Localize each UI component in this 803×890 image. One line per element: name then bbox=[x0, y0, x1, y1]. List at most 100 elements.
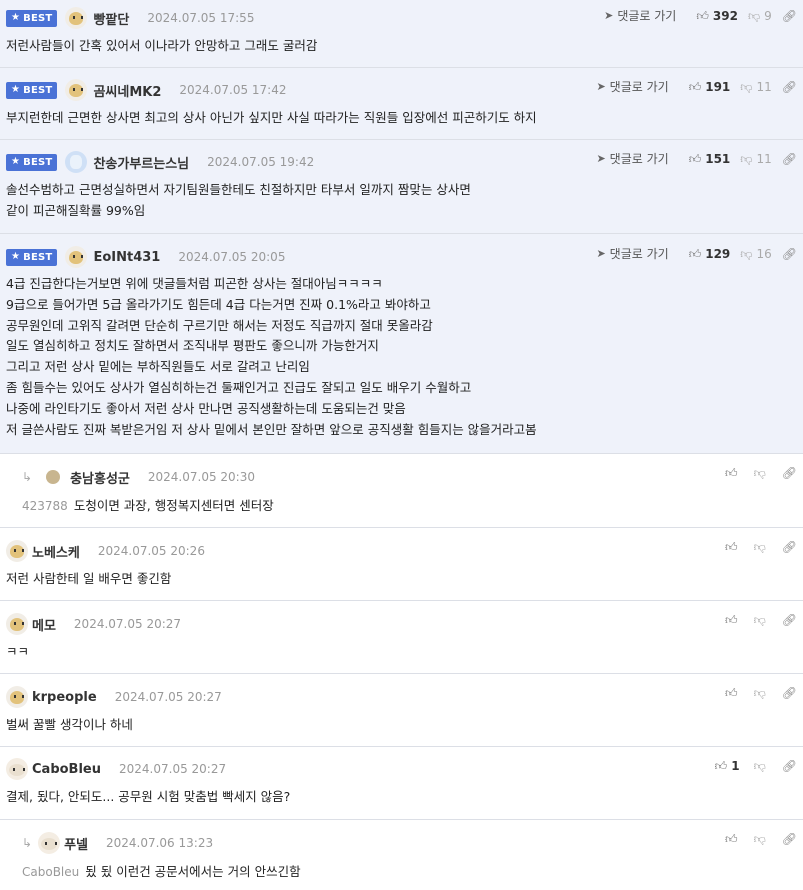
comment-text: 같이 피곤해질확률 99%임 bbox=[6, 202, 146, 218]
upvote-count: 129 bbox=[705, 246, 731, 261]
upvote-button[interactable]: 👍︎ bbox=[725, 687, 738, 699]
downvote-button[interactable]: 👎︎ bbox=[754, 687, 766, 699]
thumbs-up-icon: 👍︎ bbox=[725, 613, 738, 627]
comment-author[interactable]: 푸넬 bbox=[64, 834, 88, 853]
go-to-reply-link[interactable]: ➤ 댓글로 가기 bbox=[596, 245, 668, 262]
go-to-reply-link[interactable]: ➤ 댓글로 가기 bbox=[596, 78, 668, 95]
comment-date: 2024.07.05 20:27 bbox=[114, 690, 222, 704]
thumbs-up-icon: 👍︎ bbox=[688, 151, 702, 166]
star-icon: ★ bbox=[11, 156, 21, 167]
link-icon[interactable]: 🔗︎ bbox=[782, 614, 797, 626]
comment-author[interactable]: EoINt431 bbox=[93, 250, 160, 265]
avatar[interactable] bbox=[46, 470, 61, 484]
upvote-button[interactable]: 👍︎ 392 bbox=[696, 9, 748, 23]
avatar[interactable] bbox=[38, 832, 61, 854]
thumbs-down-icon: 👎︎ bbox=[740, 246, 753, 261]
link-icon[interactable]: 🔗︎ bbox=[782, 81, 797, 93]
reply-comment: ↳ 푸넬 2024.07.06 13:23 👍︎ 👎︎ 🔗︎ CaboBleu 됬… bbox=[0, 820, 803, 890]
comment-text: 저런사람들이 간혹 있어서 이나라가 안망하고 그래도 굴러감 bbox=[6, 38, 318, 53]
downvote-button[interactable]: 👎︎ bbox=[754, 614, 766, 626]
thumbs-up-icon: 👍︎ bbox=[696, 8, 709, 23]
best-badge: ★ BEST bbox=[6, 248, 58, 266]
avatar[interactable] bbox=[6, 686, 28, 708]
comment-date: 2024.07.06 13:23 bbox=[105, 836, 214, 850]
avatar[interactable] bbox=[6, 540, 28, 562]
comment-text: 벌써 꿀빨 생각이나 하네 bbox=[6, 717, 133, 732]
thumbs-down-icon: 👎︎ bbox=[753, 613, 766, 627]
link-icon[interactable]: 🔗︎ bbox=[782, 153, 797, 165]
avatar[interactable] bbox=[65, 246, 88, 268]
comment-date: 2024.07.05 20:26 bbox=[97, 544, 205, 558]
thumbs-down-icon: 👎︎ bbox=[753, 686, 766, 700]
comment-author[interactable]: CaboBleu bbox=[32, 762, 101, 777]
downvote-button[interactable]: 👎︎ bbox=[754, 541, 766, 553]
comment-author[interactable]: 빵팥단 bbox=[93, 9, 129, 28]
comment-text: 좀 힘들수는 있어도 상사가 열심히하는건 둘째인거고 진급도 잘되고 일도 배… bbox=[6, 379, 472, 395]
upvote-button[interactable]: 👍︎ 191 bbox=[689, 80, 741, 94]
comment-text: ㅋㅋ bbox=[6, 644, 30, 659]
comment-author[interactable]: krpeople bbox=[32, 690, 97, 705]
upvote-count: 392 bbox=[712, 8, 738, 23]
reply-target[interactable]: CaboBleu bbox=[22, 865, 79, 879]
comment-date: 2024.07.05 20:30 bbox=[147, 470, 255, 484]
comment-text: 저런 사람한테 일 배우면 좋긴함 bbox=[6, 571, 172, 586]
comment-author[interactable]: 메모 bbox=[32, 615, 56, 634]
upvote-button[interactable]: 👍︎ 1 bbox=[715, 759, 754, 773]
downvote-count: 16 bbox=[756, 246, 772, 261]
best-comment: ★ BEST EoINt431 2024.07.05 20:05 ➤ 댓글로 가기 … bbox=[0, 234, 803, 454]
avatar[interactable] bbox=[65, 79, 88, 101]
upvote-button[interactable]: 👍︎ bbox=[725, 467, 738, 479]
link-icon[interactable]: 🔗︎ bbox=[782, 833, 797, 845]
upvote-button[interactable]: 👍︎ bbox=[725, 541, 738, 553]
comment: krpeople 2024.07.05 20:27 👍︎ 👎︎ 🔗︎ 벌써 꿀빨… bbox=[0, 674, 803, 747]
comment-date: 2024.07.05 20:05 bbox=[178, 250, 286, 264]
link-icon[interactable]: 🔗︎ bbox=[782, 541, 797, 553]
best-comment: ★ BEST 빵팥단 2024.07.05 17:55 ➤ 댓글로 가기 👍︎ 392… bbox=[0, 0, 803, 68]
comment-date: 2024.07.05 20:27 bbox=[119, 762, 227, 776]
avatar[interactable] bbox=[6, 758, 28, 780]
go-to-reply-link[interactable]: ➤ 댓글로 가기 bbox=[596, 150, 668, 167]
reply-arrow-icon: ➤ bbox=[596, 247, 606, 260]
comment-text: 결제, 됬다, 안되도... 공무원 시험 맞춤법 빡세지 않음? bbox=[6, 789, 291, 804]
upvote-button[interactable]: 👍︎ 151 bbox=[689, 152, 741, 166]
reply-indent-icon: ↳ bbox=[22, 470, 33, 484]
downvote-count: 11 bbox=[756, 151, 772, 166]
avatar[interactable] bbox=[65, 7, 88, 29]
downvote-button[interactable]: 👎︎ 11 bbox=[740, 152, 781, 166]
best-comment: ★ BEST 곰씨네MK2 2024.07.05 17:42 ➤ 댓글로 가기 👍︎… bbox=[0, 68, 803, 140]
downvote-button[interactable]: 👎︎ 9 bbox=[748, 9, 782, 23]
downvote-button[interactable]: 👎︎ bbox=[754, 760, 766, 772]
reply-target[interactable]: 423788 bbox=[22, 499, 68, 513]
link-icon[interactable]: 🔗︎ bbox=[782, 467, 797, 479]
link-icon[interactable]: 🔗︎ bbox=[782, 760, 797, 772]
link-icon[interactable]: 🔗︎ bbox=[782, 687, 797, 699]
thumbs-up-icon: 👍︎ bbox=[725, 832, 738, 846]
comment: 메모 2024.07.05 20:27 👍︎ 👎︎ 🔗︎ ㅋㅋ bbox=[0, 601, 803, 674]
comment-text: 일도 열심히하고 정치도 잘하면서 조직내부 평판도 좋으니까 가능한거지 bbox=[6, 338, 379, 354]
thumbs-up-icon: 👍︎ bbox=[688, 79, 702, 94]
go-to-reply-link[interactable]: ➤ 댓글로 가기 bbox=[604, 7, 676, 24]
comment-text: 그리고 저런 상사 밑에는 부하직원들도 서로 갈려고 난리임 bbox=[6, 359, 310, 375]
downvote-count: 9 bbox=[764, 8, 772, 23]
downvote-button[interactable]: 👎︎ bbox=[754, 833, 766, 845]
downvote-button[interactable]: 👎︎ bbox=[754, 467, 766, 479]
comment-date: 2024.07.05 17:42 bbox=[179, 83, 287, 97]
comment-author[interactable]: 곰씨네MK2 bbox=[93, 81, 161, 100]
avatar[interactable] bbox=[6, 613, 28, 635]
upvote-count: 1 bbox=[731, 759, 740, 773]
avatar[interactable] bbox=[65, 151, 88, 173]
upvote-button[interactable]: 👍︎ bbox=[725, 614, 738, 626]
comment-author[interactable]: 충남홍성군 bbox=[70, 468, 130, 487]
reply-arrow-icon: ➤ bbox=[604, 9, 614, 22]
comment-author[interactable]: 노베스케 bbox=[32, 542, 80, 561]
downvote-button[interactable]: 👎︎ 11 bbox=[740, 80, 781, 94]
link-icon[interactable]: 🔗︎ bbox=[782, 248, 797, 260]
upvote-button[interactable]: 👍︎ bbox=[725, 833, 738, 845]
comment-author[interactable]: 찬송가부르는스님 bbox=[93, 153, 189, 172]
comment-text: 나중에 라인타기도 좋아서 저런 상사 만나면 공직생활하는데 도움되는건 맞음 bbox=[6, 400, 406, 416]
thumbs-up-icon: 👍︎ bbox=[725, 686, 738, 700]
downvote-button[interactable]: 👎︎ 16 bbox=[740, 247, 781, 261]
link-icon[interactable]: 🔗︎ bbox=[782, 10, 797, 22]
upvote-button[interactable]: 👍︎ 129 bbox=[689, 247, 741, 261]
comment-date: 2024.07.05 20:27 bbox=[73, 617, 182, 631]
